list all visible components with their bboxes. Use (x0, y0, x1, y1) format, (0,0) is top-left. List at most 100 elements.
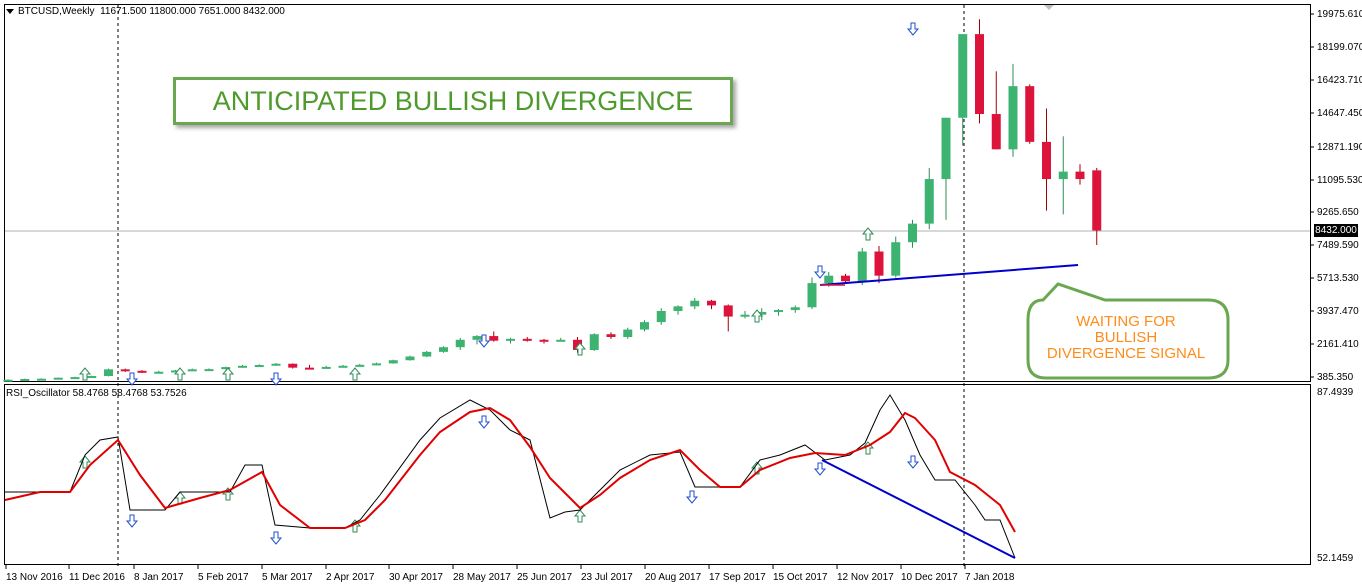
chart-window[interactable]: WAITING FOR BULLISH DIVERGENCE SIGNAL 1997… (0, 0, 1362, 588)
candle-body (422, 351, 432, 357)
sell-arrow-icon (269, 372, 283, 386)
candle-body (305, 367, 314, 370)
indicator-tick-label: 87.4939 (1317, 387, 1354, 398)
candle-body (606, 334, 616, 337)
candle-body (623, 329, 633, 337)
time-tick-label: 23 Jul 2017 (581, 572, 633, 583)
candle-body (707, 300, 716, 306)
symbol-menu-icon[interactable] (6, 8, 14, 14)
time-tick-label: 25 Jun 2017 (517, 572, 572, 583)
candle-body (1075, 171, 1085, 180)
indicator-axis[interactable]: 87.4939 52.1459 (1317, 387, 1354, 564)
buy-arrow-icon (348, 367, 362, 381)
price-tick-label: 7489.590 (1317, 240, 1359, 251)
candle-body (673, 306, 683, 311)
candles-layer (3, 19, 1102, 382)
sell-arrow-icon (906, 22, 920, 36)
candle-body (975, 34, 984, 115)
candle-body (824, 275, 834, 284)
price-tick-label: 2161.410 (1317, 339, 1359, 350)
time-axis[interactable]: 13 Nov 2016 11 Dec 2016 8 Jan 2017 5 Feb 20… (5, 565, 1015, 583)
time-tick-label: 30 Apr 2017 (389, 572, 443, 583)
time-tick-label: 11 Dec 2016 (69, 572, 125, 583)
candle-body (187, 369, 197, 372)
indicator-label: RSI_Oscillator 58.4768 58.4768 53.7526 (6, 388, 187, 399)
time-tick-label: 13 Nov 2016 (6, 572, 63, 583)
bubble-line: WAITING FOR (1076, 313, 1176, 330)
sell-arrow-icon (477, 415, 491, 429)
candle-body (489, 336, 499, 341)
time-tick-label: 15 Oct 2017 (773, 572, 828, 583)
candle-body (874, 251, 884, 276)
time-tick-label: 8 Jan 2017 (134, 572, 184, 583)
candle-body (288, 363, 298, 368)
bubble-line: DIVERGENCE SIGNAL (1047, 345, 1205, 362)
time-tick-label: 7 Jan 2018 (965, 572, 1015, 583)
candle-body (924, 179, 934, 224)
candle-body (908, 223, 917, 243)
candle-body (1092, 170, 1102, 231)
candle-body (70, 377, 80, 380)
time-tick-label: 28 May 2017 (453, 572, 511, 583)
price-tick-label: 14647.450 (1317, 108, 1362, 119)
candle-body (522, 338, 532, 341)
candle-body (774, 310, 783, 313)
candle-body (439, 347, 448, 352)
price-tick-label: 385.350 (1317, 372, 1354, 383)
candle-body (372, 363, 381, 366)
candle-body (958, 34, 968, 118)
candle-body (455, 339, 465, 348)
candle-body (20, 378, 30, 381)
sell-arrow-icon (125, 372, 139, 386)
candle-body (355, 364, 365, 367)
candle-body (556, 339, 566, 342)
price-axis[interactable]: 19975.610 18199.070 16423.710 14647.450 1287… (1310, 9, 1362, 383)
candle-body (37, 378, 46, 381)
ohlc-values: 11671.500 11800.000 7651.000 8432.000 (100, 6, 285, 17)
scroll-marker-icon (1044, 5, 1054, 10)
time-tick-label: 10 Dec 2017 (901, 572, 958, 583)
price-tick-label: 18199.070 (1317, 42, 1362, 53)
candle-body (656, 310, 666, 323)
indicator-tick-label: 52.1459 (1317, 553, 1354, 564)
candle-body (941, 117, 951, 180)
sell-arrow-icon (813, 265, 827, 279)
price-tick-label: 5713.530 (1317, 273, 1359, 284)
sell-arrow-icon (269, 531, 283, 545)
candle-body (238, 365, 247, 368)
candle-body (3, 379, 13, 382)
candle-body (204, 369, 214, 372)
candle-body (1025, 86, 1035, 142)
candle-body (857, 251, 867, 282)
time-tick-label: 5 Mar 2017 (262, 572, 313, 583)
time-tick-label: 12 Nov 2017 (837, 572, 894, 583)
rsi-trendline[interactable] (821, 459, 1016, 559)
candle-body (137, 370, 147, 373)
candle-body (1008, 86, 1018, 150)
candle-body (690, 300, 700, 307)
candle-body (1042, 141, 1051, 180)
candle-body (472, 336, 482, 340)
buy-arrow-icon (750, 309, 764, 323)
callout-title-text: ANTICIPATED BULLISH DIVERGENCE (212, 85, 694, 116)
buy-arrow-icon (573, 509, 587, 523)
time-tick-label: 17 Sep 2017 (709, 572, 766, 583)
price-tick-label: 19975.610 (1317, 9, 1362, 20)
candle-body (891, 242, 901, 276)
price-tick-label: 11095.530 (1317, 175, 1362, 186)
candle-body (338, 365, 348, 368)
candle-body (154, 371, 164, 374)
candle-body (321, 366, 331, 369)
candle-body (807, 283, 817, 308)
candle-body (1058, 171, 1068, 180)
candle-body (120, 369, 130, 372)
candle-body (506, 338, 515, 341)
rsi-slow-line (4, 406, 1016, 533)
sell-arrow-icon (685, 490, 699, 504)
sell-arrow-icon (125, 514, 139, 528)
sell-arrow-icon (813, 462, 827, 476)
candle-body (723, 305, 733, 317)
buy-arrow-icon (78, 367, 92, 381)
bubble-line: BULLISH (1095, 329, 1158, 346)
candle-body (589, 334, 599, 350)
